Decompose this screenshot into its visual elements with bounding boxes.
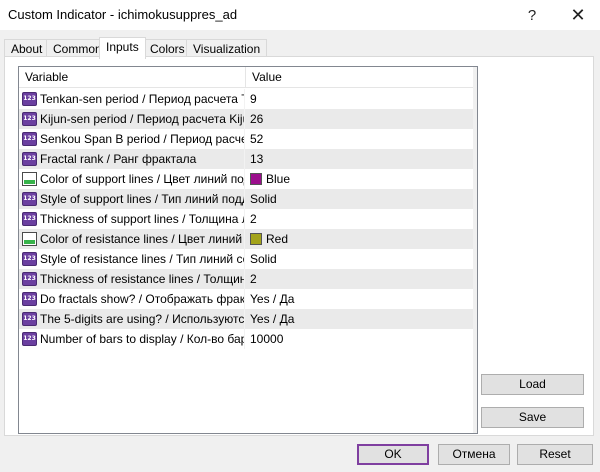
value-text: Yes / Да [250,312,295,326]
reset-button[interactable]: Reset [517,444,593,465]
custom-indicator-dialog: Custom Indicator - ichimokusuppres_ad ? … [0,0,600,472]
save-button[interactable]: Save [481,407,584,428]
variable-label: Fractal rank / Ранг фрактала [40,152,197,166]
variable-label: Style of resistance lines / Тип линий со… [40,252,245,266]
title-bar: Custom Indicator - ichimokusuppres_ad ? … [0,0,600,30]
close-icon[interactable]: ✕ [558,0,598,30]
numeric-123-icon: 123 [22,292,37,306]
value-cell[interactable]: 52 [246,129,473,149]
variable-label: The 5-digits are using? / Используются..… [40,312,245,326]
variable-cell: Color of resistance lines / Цвет линий с… [19,229,245,249]
value-text: Blue [266,172,291,186]
color-swatch [250,173,262,185]
variable-cell: 123 Fractal rank / Ранг фрактала [19,149,245,169]
variable-cell: 123 Style of support lines / Тип линий по… [19,189,245,209]
table-row[interactable]: Color of resistance lines / Цвет линий с… [19,229,473,249]
variable-cell: 123 Style of resistance lines / Тип линий… [19,249,245,269]
value-text: Red [266,232,289,246]
value-cell[interactable]: 13 [246,149,473,169]
value-cell[interactable]: Solid [246,249,473,269]
window-title: Custom Indicator - ichimokusuppres_ad [8,7,238,22]
numeric-123-icon: 123 [22,92,37,106]
variable-cell: 123 Thickness of support lines / Толщина … [19,209,245,229]
variable-label: Tenkan-sen period / Период расчета T... [40,92,245,106]
numeric-123-icon: 123 [22,272,37,286]
numeric-123-icon: 123 [22,312,37,326]
value-text: Yes / Да [250,292,295,306]
value-text: 9 [250,92,257,106]
numeric-123-icon: 123 [22,332,37,346]
variable-label: Senkou Span B period / Период расче... [40,132,245,146]
numeric-123-icon: 123 [22,212,37,226]
variable-cell: 123 Tenkan-sen period / Период расчета T.… [19,89,245,109]
variable-cell: 123 Do fractals show? / Отображать фракт.… [19,289,245,309]
table-row[interactable]: 123 Tenkan-sen period / Период расчета T.… [19,89,473,109]
value-cell[interactable]: Yes / Да [246,309,473,329]
tab-inputs[interactable]: Inputs [99,37,146,59]
variable-label: Thickness of support lines / Толщина л..… [40,212,245,226]
value-cell[interactable]: Blue [246,169,473,189]
value-text: 10000 [250,332,284,346]
table-row[interactable]: 123 Thickness of resistance lines / Толщи… [19,269,473,289]
color-palette-icon [22,172,37,186]
value-text: 52 [250,132,264,146]
value-text: Solid [250,252,277,266]
inputs-grid[interactable]: Variable Value 123 Tenkan-sen period / Пе… [18,66,478,434]
load-button[interactable]: Load [481,374,584,395]
table-row[interactable]: 123 Kijun-sen period / Период расчета Kij… [19,109,473,129]
value-text: 13 [250,152,264,166]
variable-cell: 123 The 5-digits are using? / Используютс… [19,309,245,329]
table-row[interactable]: 123 Fractal rank / Ранг фрактала 13 [19,149,473,169]
value-text: Solid [250,192,277,206]
variable-cell: 123 Thickness of resistance lines / Толщи… [19,269,245,289]
ok-button[interactable]: OK [357,444,429,465]
table-row[interactable]: Color of support lines / Цвет линий под.… [19,169,473,189]
numeric-123-icon: 123 [22,252,37,266]
table-row[interactable]: 123 The 5-digits are using? / Используютс… [19,309,473,329]
variable-label: Kijun-sen period / Период расчета Kiju..… [40,112,245,126]
variable-cell: 123 Number of bars to display / Кол-во ба… [19,329,245,349]
inputs-panel: Variable Value 123 Tenkan-sen period / Пе… [4,56,594,436]
help-icon[interactable]: ? [512,0,552,30]
grid-header: Variable Value [19,67,477,88]
value-cell[interactable]: Solid [246,189,473,209]
table-row[interactable]: 123 Thickness of support lines / Толщина … [19,209,473,229]
variable-label: Color of resistance lines / Цвет линий с… [40,232,245,246]
value-cell[interactable]: Red [246,229,473,249]
value-cell[interactable]: 9 [246,89,473,109]
value-cell[interactable]: 2 [246,269,473,289]
cancel-button[interactable]: Отмена [438,444,510,465]
grid-scrollbar[interactable] [473,67,477,433]
column-header-value[interactable]: Value [246,67,473,88]
numeric-123-icon: 123 [22,192,37,206]
color-palette-icon [22,232,37,246]
variable-label: Do fractals show? / Отображать фракт... [40,292,245,306]
table-row[interactable]: 123 Number of bars to display / Кол-во ба… [19,329,473,349]
numeric-123-icon: 123 [22,152,37,166]
variable-label: Style of support lines / Тип линий подд.… [40,192,245,206]
table-row[interactable]: 123 Style of resistance lines / Тип линий… [19,249,473,269]
numeric-123-icon: 123 [22,132,37,146]
table-row[interactable]: 123 Style of support lines / Тип линий по… [19,189,473,209]
variable-cell: 123 Kijun-sen period / Период расчета Kij… [19,109,245,129]
variable-label: Color of support lines / Цвет линий под.… [40,172,245,186]
variable-label: Number of bars to display / Кол-во баро.… [40,332,245,346]
column-header-variable[interactable]: Variable [19,67,246,88]
value-cell[interactable]: 2 [246,209,473,229]
value-text: 2 [250,272,257,286]
numeric-123-icon: 123 [22,112,37,126]
variable-label: Thickness of resistance lines / Толщин..… [40,272,245,286]
value-text: 26 [250,112,264,126]
value-cell[interactable]: Yes / Да [246,289,473,309]
value-cell[interactable]: 10000 [246,329,473,349]
value-text: 2 [250,212,257,226]
color-swatch [250,233,262,245]
value-cell[interactable]: 26 [246,109,473,129]
table-row[interactable]: 123 Senkou Span B period / Период расче..… [19,129,473,149]
table-row[interactable]: 123 Do fractals show? / Отображать фракт.… [19,289,473,309]
variable-cell: 123 Senkou Span B period / Период расче..… [19,129,245,149]
variable-cell: Color of support lines / Цвет линий под.… [19,169,245,189]
